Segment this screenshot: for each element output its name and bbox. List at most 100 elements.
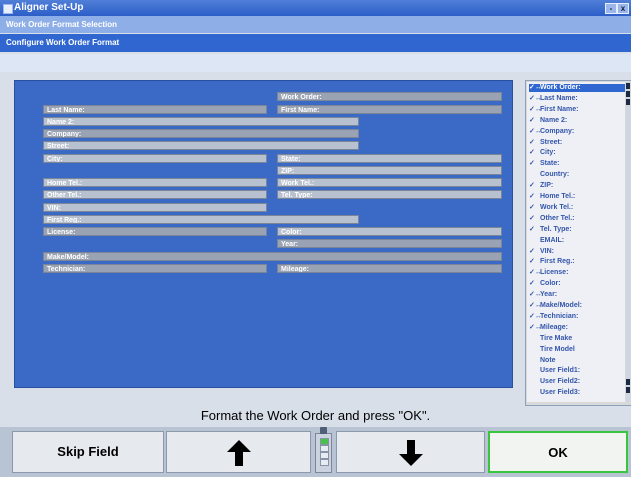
checkmark-icon: ✓↔ (529, 127, 542, 135)
field-list-item-label: Last Name: (540, 94, 578, 102)
minimize-button[interactable]: - (605, 3, 617, 14)
checkmark-icon: ✓ (529, 116, 535, 124)
skip-field-button[interactable]: Skip Field (12, 431, 164, 473)
field-work-order[interactable]: Work Order: (277, 92, 502, 101)
field-street[interactable]: Street: (43, 141, 359, 150)
field-list-item-label: Tel. Type: (540, 225, 572, 233)
page-indicator-lamp-active (320, 438, 329, 445)
field-list-item[interactable]: Country: (529, 171, 569, 179)
field-list-item[interactable]: ✓↔Make/Model: (529, 302, 582, 310)
checkmark-icon: ✓↔ (529, 291, 542, 299)
field-list-item[interactable]: User Field1: (529, 367, 580, 375)
field-color[interactable]: Color: (277, 227, 502, 236)
field-home-tel[interactable]: Home Tel.: (43, 178, 267, 187)
field-list-item[interactable]: User Field3: (529, 389, 580, 397)
field-list-item[interactable]: ✓↔License: (529, 269, 568, 277)
breadcrumb-parent[interactable]: Work Order Format Selection (0, 16, 631, 33)
checkmark-icon: ✓ (529, 225, 535, 233)
field-list-item-label: City: (540, 149, 556, 157)
field-list-item-label: User Field3: (540, 389, 581, 397)
field-list-item-label: EMAIL: (540, 236, 565, 244)
field-list-item[interactable]: ✓↔Year: (529, 291, 557, 299)
field-list-item[interactable]: User Field2: (529, 378, 580, 386)
field-other-tel[interactable]: Other Tel.: (43, 190, 267, 199)
checkmark-icon: ✓ (529, 247, 535, 255)
window-title: Aligner Set-Up (14, 2, 84, 13)
breadcrumb-current: Configure Work Order Format (0, 34, 631, 52)
field-list-item[interactable]: ✓↔Work Order: (529, 84, 625, 92)
field-list[interactable]: ✓↔Work Order: ✓↔Last Name: ✓↔First Name: ✓ N… (525, 80, 631, 406)
field-list-item[interactable]: Tire Make (529, 335, 572, 343)
field-list-item[interactable]: ✓↔Mileage: (529, 324, 568, 332)
checkmark-icon: ✓↔ (529, 84, 542, 91)
field-list-item[interactable]: ✓↔Technician: (529, 313, 578, 321)
field-list-item-label: Technician: (540, 312, 579, 320)
close-button[interactable]: x (617, 3, 629, 14)
field-list-item[interactable]: ✓ Color: (529, 280, 561, 288)
field-list-item-label: Other Tel.: (540, 214, 575, 222)
field-year[interactable]: Year: (277, 239, 502, 248)
field-list-item[interactable]: ✓ First Reg.: (529, 258, 575, 266)
field-zip[interactable]: ZIP: (277, 166, 502, 175)
field-list-item[interactable]: ✓ Street: (529, 139, 562, 147)
checkmark-icon: ✓↔ (529, 269, 542, 277)
field-list-scrollbar[interactable] (626, 82, 630, 402)
move-down-button[interactable] (336, 431, 485, 473)
field-list-item[interactable]: ✓ Other Tel.: (529, 215, 574, 223)
field-list-item-label: User Field1: (540, 367, 581, 375)
field-list-item[interactable]: ✓ City: (529, 149, 556, 157)
field-list-item[interactable]: ✓ Name 2: (529, 117, 567, 125)
field-list-item-label: User Field2: (540, 378, 581, 386)
ok-button[interactable]: OK (488, 431, 628, 473)
field-state[interactable]: State: (277, 154, 502, 163)
move-up-button[interactable] (166, 431, 311, 473)
checkmark-icon: ✓↔ (529, 105, 542, 113)
field-list-item[interactable]: Tire Model (529, 346, 575, 354)
field-list-item-label: Year: (540, 291, 558, 299)
page-indicator-knob (320, 427, 327, 434)
field-list-item[interactable]: ✓ State: (529, 160, 559, 168)
field-mileage[interactable]: Mileage: (277, 264, 502, 273)
field-list-item[interactable]: Note (529, 357, 556, 365)
field-list-item[interactable]: ✓↔Company: (529, 128, 574, 136)
field-work-tel[interactable]: Work Tel.: (277, 178, 502, 187)
field-list-item[interactable]: ✓↔First Name: (529, 106, 579, 114)
field-list-item-label: Color: (540, 280, 561, 288)
field-list-item[interactable]: ✓↔Last Name: (529, 95, 578, 103)
field-list-item[interactable]: ✓ ZIP: (529, 182, 553, 190)
field-list-item[interactable]: ✓ Home Tel.: (529, 193, 575, 201)
field-city[interactable]: City: (43, 154, 267, 163)
field-list-item[interactable]: ✓ Work Tel.: (529, 204, 573, 212)
field-list-item[interactable]: ✓ VIN: (529, 248, 554, 256)
field-technician[interactable]: Technician: (43, 264, 267, 273)
instruction-text: Format the Work Order and press "OK". (200, 408, 431, 423)
field-tel-type[interactable]: Tel. Type: (277, 190, 502, 199)
field-name-2[interactable]: Name 2: (43, 117, 359, 126)
field-last-name[interactable]: Last Name: (43, 105, 267, 114)
title-bar: Aligner Set-Up - x (0, 0, 631, 16)
app-icon (3, 4, 13, 14)
page-indicator-lamp (320, 459, 329, 466)
field-list-item[interactable]: EMAIL: (529, 237, 564, 245)
breadcrumb-parent-label: Work Order Format Selection (6, 20, 117, 29)
field-license[interactable]: License: (43, 227, 267, 236)
app-window: Aligner Set-Up - x Work Order Format Sel… (0, 0, 631, 477)
field-vin[interactable]: VIN: (43, 203, 267, 212)
scroll-marker (626, 379, 630, 385)
checkmark-icon: ✓ (529, 182, 535, 190)
checkmark-icon: ✓ (529, 280, 535, 288)
field-company[interactable]: Company: (43, 129, 359, 138)
field-first-reg[interactable]: First Reg.: (43, 215, 359, 224)
checkmark-icon: ✓↔ (529, 312, 542, 320)
checkmark-icon: ✓↔ (529, 323, 542, 331)
page-indicator-lamp (320, 445, 329, 452)
work-order-layout[interactable]: Work Order: Last Name: First Name: Name … (14, 80, 513, 388)
checkmark-icon: ✓ (529, 193, 535, 200)
field-first-name[interactable]: First Name: (277, 105, 502, 114)
field-list-item-label: Street: (540, 138, 563, 146)
scroll-marker (626, 387, 630, 393)
checkmark-icon: ✓ (529, 203, 535, 211)
field-make-model[interactable]: Make/Model: (43, 252, 502, 261)
field-list-item[interactable]: ✓ Tel. Type: (529, 226, 572, 234)
up-arrow-icon (226, 440, 251, 466)
